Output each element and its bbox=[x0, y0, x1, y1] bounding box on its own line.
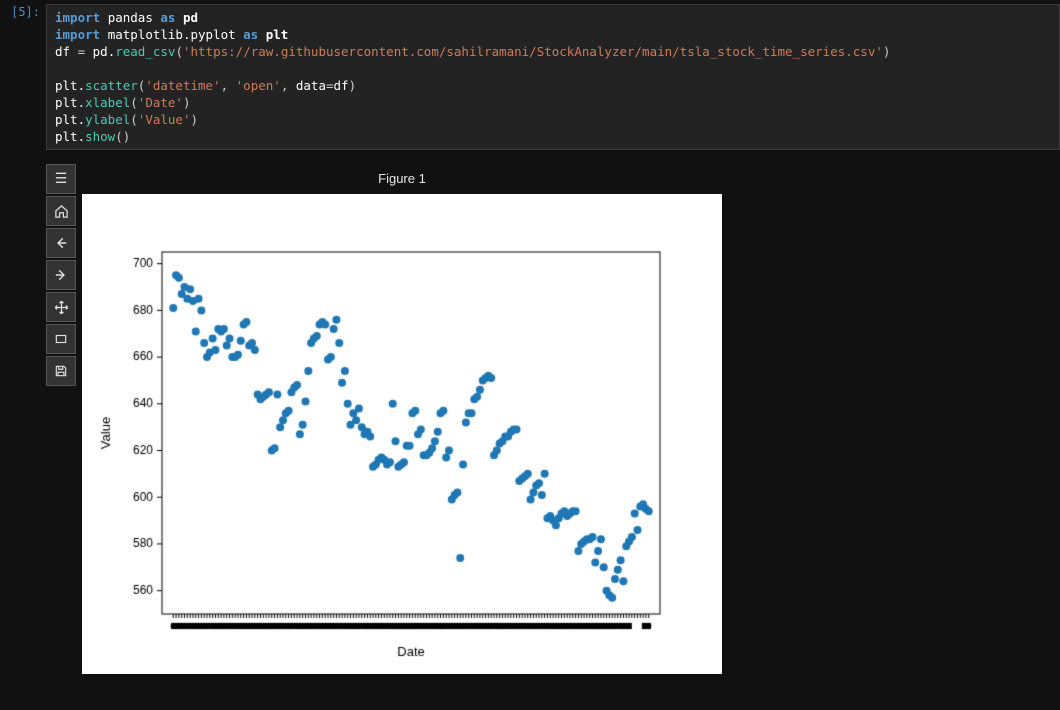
obj-plt3: plt. bbox=[55, 112, 85, 127]
rp5: ) bbox=[183, 95, 191, 110]
fn-scatter: scatter bbox=[85, 78, 138, 93]
str-date: 'Date' bbox=[138, 95, 183, 110]
c42: , bbox=[281, 78, 296, 93]
arrow-left-icon bbox=[54, 236, 68, 250]
home-button[interactable] bbox=[46, 196, 76, 226]
chart-canvas[interactable] bbox=[82, 194, 722, 674]
kw-as: as bbox=[160, 10, 175, 25]
lp6: ( bbox=[130, 112, 138, 127]
mod-matplotlib: matplotlib.pyplot bbox=[108, 27, 236, 42]
alias-plt: plt bbox=[266, 27, 289, 42]
obj-plt1: plt. bbox=[55, 78, 85, 93]
kw-import2: import bbox=[55, 27, 100, 42]
str-value: 'Value' bbox=[138, 112, 191, 127]
output-area: ☰ Figure 1 bbox=[46, 164, 1060, 674]
kw-as2: as bbox=[243, 27, 258, 42]
code-input[interactable]: import pandas as pd import matplotlib.py… bbox=[46, 4, 1060, 150]
str-url: 'https://raw.githubusercontent.com/sahil… bbox=[183, 44, 883, 59]
back-button[interactable] bbox=[46, 228, 76, 258]
lp5: ( bbox=[130, 95, 138, 110]
str-open: 'open' bbox=[236, 78, 281, 93]
op-eq: = bbox=[78, 44, 86, 59]
figure-toolbar: ☰ bbox=[46, 164, 76, 388]
fn-show: show bbox=[85, 129, 115, 144]
eq4: = bbox=[326, 78, 334, 93]
save-icon bbox=[54, 364, 68, 378]
move-icon bbox=[54, 300, 69, 315]
alias-pd: pd bbox=[183, 10, 198, 25]
c41: , bbox=[221, 78, 236, 93]
obj-pd: pd. bbox=[93, 44, 116, 59]
mod-pandas: pandas bbox=[108, 10, 153, 25]
zoom-button[interactable] bbox=[46, 324, 76, 354]
kw-data: data bbox=[296, 78, 326, 93]
pan-button[interactable] bbox=[46, 292, 76, 322]
var-df: df bbox=[55, 44, 70, 59]
fn-xlabel: xlabel bbox=[85, 95, 130, 110]
menu-button[interactable]: ☰ bbox=[46, 164, 76, 194]
rp: ) bbox=[883, 44, 891, 59]
arrow-right-icon bbox=[54, 268, 68, 282]
v-df: df bbox=[334, 78, 349, 93]
rp4: ) bbox=[349, 78, 357, 93]
home-icon bbox=[54, 204, 69, 219]
zoom-rect-icon bbox=[54, 332, 68, 346]
obj-plt2: plt. bbox=[55, 95, 85, 110]
save-button[interactable] bbox=[46, 356, 76, 386]
str-datetime: 'datetime' bbox=[145, 78, 220, 93]
lp7: ( bbox=[115, 129, 123, 144]
figure-title: Figure 1 bbox=[82, 164, 722, 194]
forward-button[interactable] bbox=[46, 260, 76, 290]
menu-icon: ☰ bbox=[55, 171, 68, 187]
rp7: ) bbox=[123, 129, 131, 144]
rp6: ) bbox=[190, 112, 198, 127]
code-cell: [5]: import pandas as pd import matplotl… bbox=[0, 0, 1060, 150]
figure-wrap: Figure 1 bbox=[82, 164, 722, 674]
fn-ylabel: ylabel bbox=[85, 112, 130, 127]
lp: ( bbox=[175, 44, 183, 59]
cell-prompt: [5]: bbox=[0, 4, 46, 21]
fn-readcsv: read_csv bbox=[115, 44, 175, 59]
kw-import: import bbox=[55, 10, 100, 25]
obj-plt4: plt. bbox=[55, 129, 85, 144]
